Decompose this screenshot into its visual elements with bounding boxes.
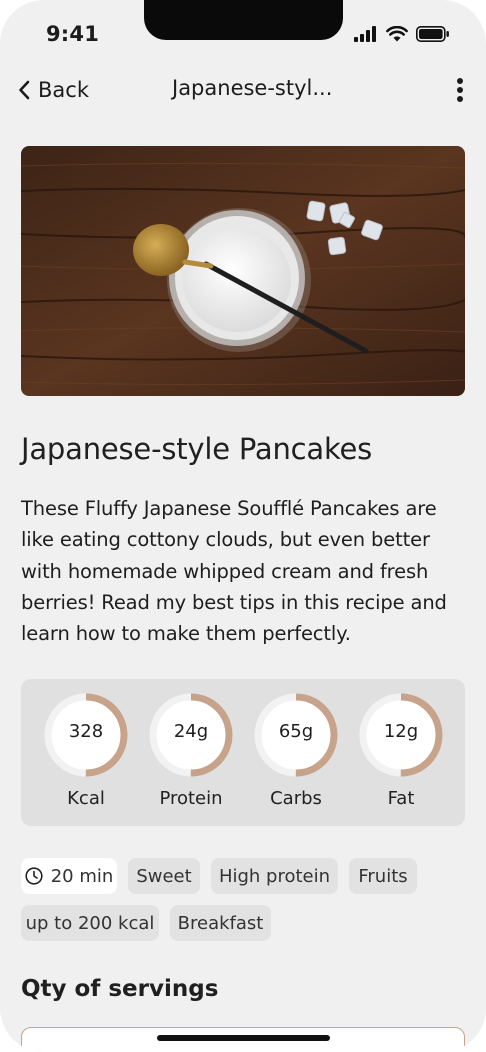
tag-sweet[interactable]: Sweet <box>128 858 200 894</box>
clock-icon <box>25 867 43 885</box>
status-time: 9:41 <box>46 22 100 46</box>
nutrition-label: Kcal <box>67 788 105 809</box>
nutrition-item-kcal: 328 Kcal <box>41 693 131 819</box>
phone-screen: 9:41 Back Japanese-styl... Japanese-styl… <box>0 0 486 1052</box>
tag-fruits[interactable]: Fruits <box>349 858 417 894</box>
nutrition-label: Carbs <box>270 788 322 809</box>
time-tag[interactable]: 20 min <box>21 858 117 894</box>
battery-icon <box>416 26 449 42</box>
back-button[interactable]: Back <box>18 74 89 106</box>
nav-title: Japanese-styl... <box>172 76 333 100</box>
device-notch <box>144 0 343 40</box>
back-label: Back <box>38 78 89 102</box>
recipe-hero-image <box>21 146 465 396</box>
tag-breakfast[interactable]: Breakfast <box>170 905 271 941</box>
tag-high-protein[interactable]: High protein <box>211 858 338 894</box>
nutrition-item-carbs: 65g Carbs <box>251 693 341 819</box>
more-options-icon[interactable] <box>450 74 470 106</box>
tag-up-to-200-kcal[interactable]: up to 200 kcal <box>21 905 159 941</box>
nutrition-value: 328 <box>68 721 104 742</box>
recipe-title: Japanese-style Pancakes <box>21 432 373 466</box>
signal-icon <box>354 26 376 42</box>
nutrition-card: 328 Kcal 24g Protein 65g Carbs 12g Fat <box>21 679 465 826</box>
nutrition-label: Protein <box>159 788 223 809</box>
nutrition-value: 65g <box>278 721 314 742</box>
recipe-description: These Fluffy Japanese Soufflé Pancakes a… <box>21 497 447 646</box>
wifi-icon <box>386 26 408 42</box>
navigation-bar: Back Japanese-styl... <box>0 70 486 110</box>
time-tag-label: 20 min <box>50 865 114 887</box>
nutrition-item-protein: 24g Protein <box>146 693 236 819</box>
home-indicator <box>157 1035 330 1041</box>
nutrition-value: 24g <box>173 721 209 742</box>
status-icons <box>354 24 450 44</box>
nutrition-label: Fat <box>387 788 415 809</box>
servings-title: Qty of servings <box>21 976 219 1002</box>
nutrition-item-fat: 12g Fat <box>356 693 446 819</box>
chevron-left-icon <box>19 80 30 100</box>
nutrition-value: 12g <box>383 721 419 742</box>
